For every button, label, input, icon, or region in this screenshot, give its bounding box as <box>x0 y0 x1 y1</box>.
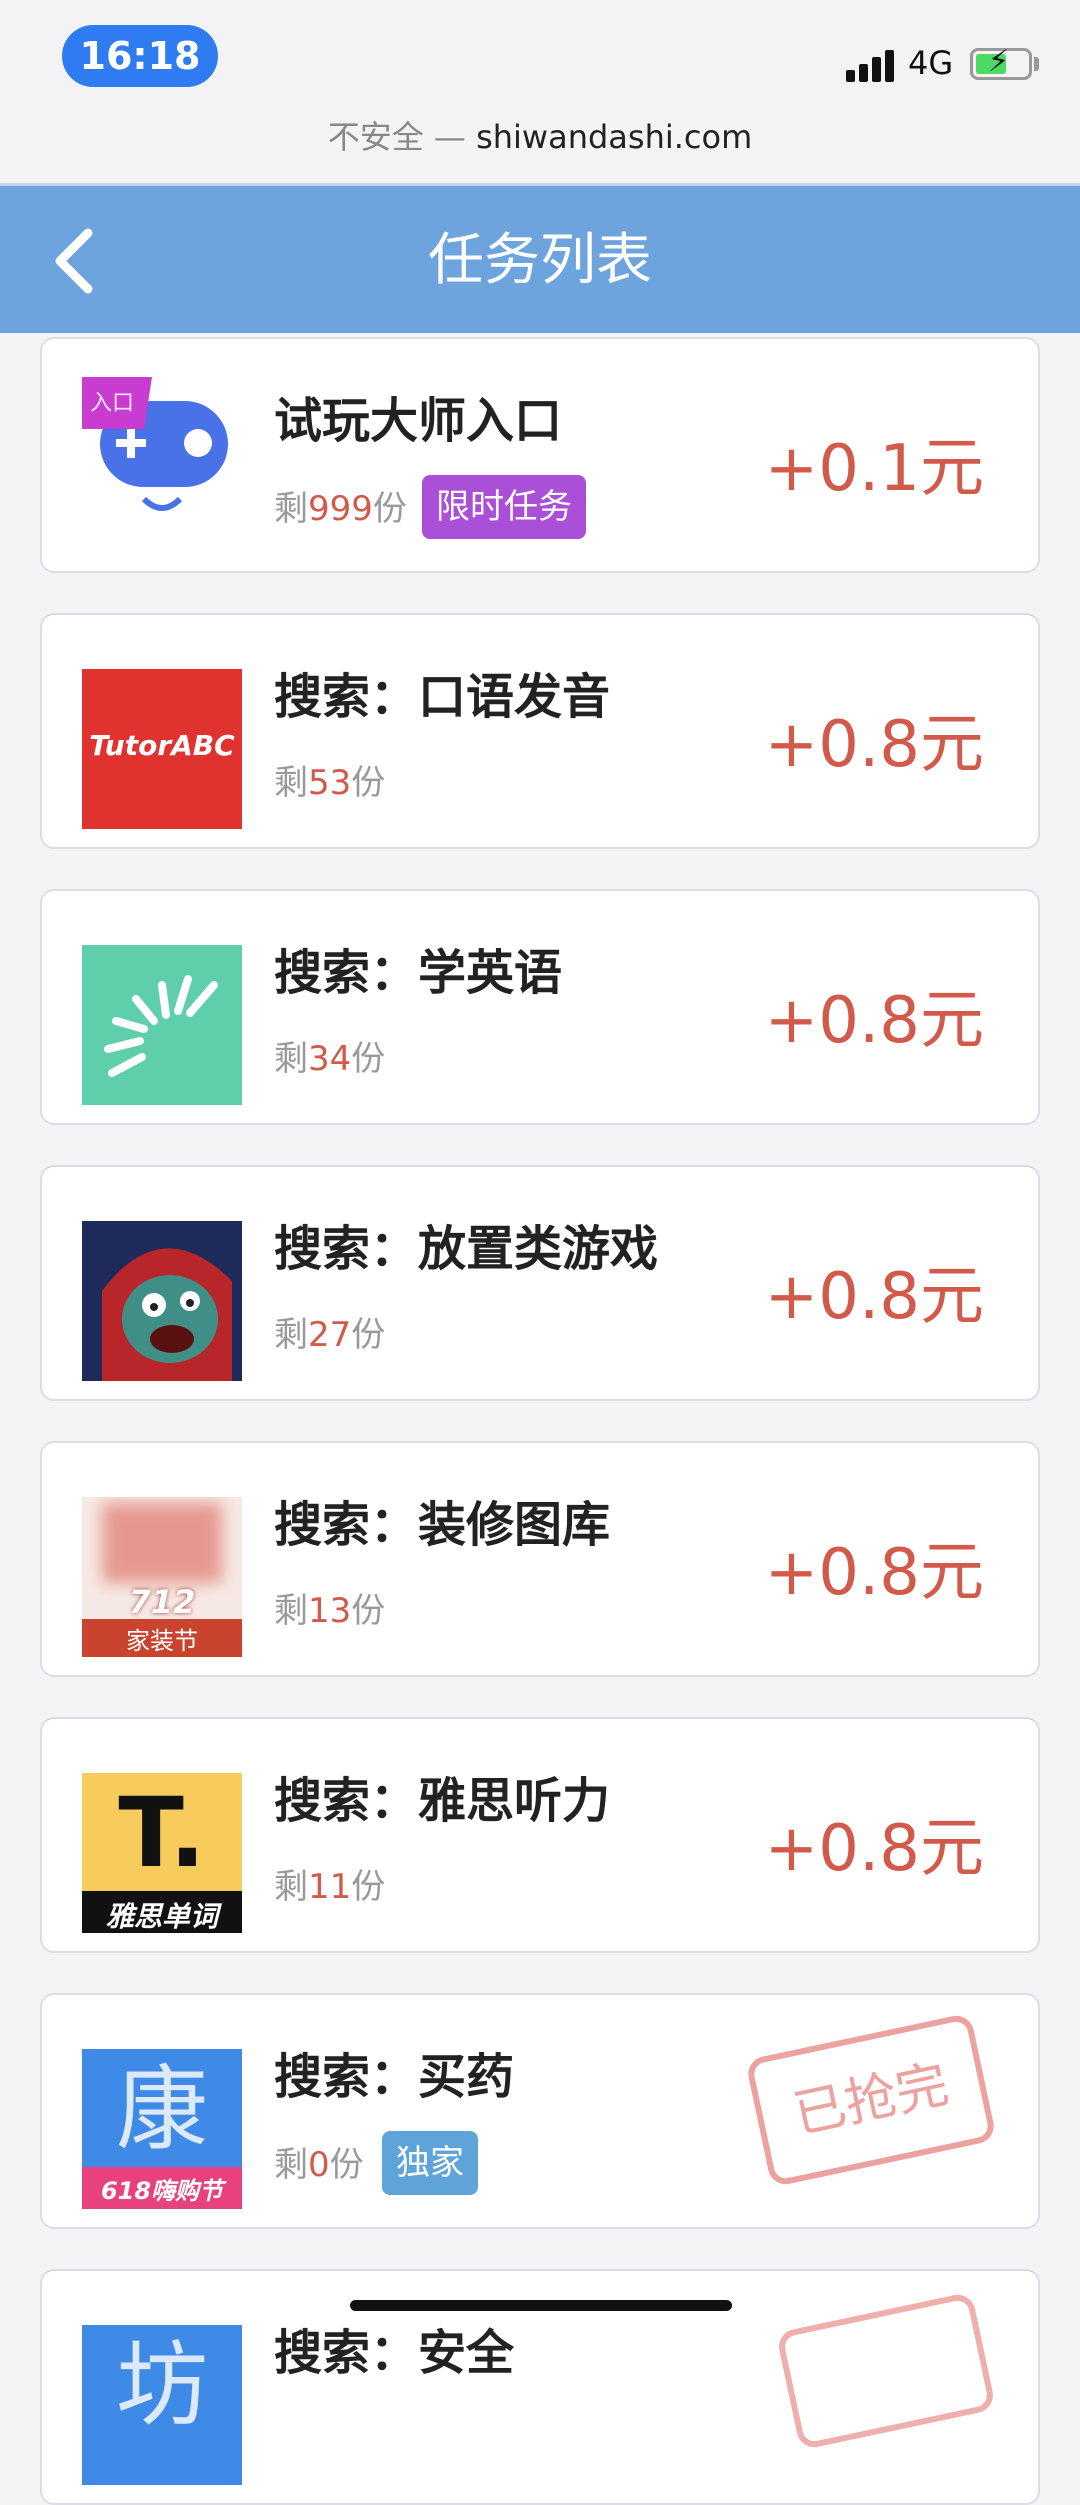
home-decor-app-icon: 712 家装节 <box>82 1497 242 1657</box>
task-card[interactable]: 入口 试玩大师入口 剩999份 限时任务 +0.1元 <box>40 337 1040 573</box>
task-remaining: 剩999份 <box>274 489 407 529</box>
task-card[interactable]: T. 雅思单词 搜索：雅思听力 剩11份 +0.8元 <box>40 1717 1040 1953</box>
task-card[interactable]: 康 618嗨购节 搜索：买药 剩0份 独家 已抢完 <box>40 1993 1040 2229</box>
task-title: 试玩大师入口 <box>274 393 563 449</box>
task-title: 搜索：口语发音 <box>274 669 611 725</box>
security-label: 不安全 — <box>327 118 466 156</box>
task-title: 搜索：安全 <box>274 2325 515 2381</box>
task-remaining: 剩11份 <box>274 1867 386 1907</box>
network-label: 4G <box>908 44 954 82</box>
zombie-game-app-icon <box>82 1221 242 1381</box>
icon-badge: 入口 <box>90 391 135 416</box>
sold-out-stamp <box>775 2291 997 2451</box>
task-reward: +0.8元 <box>764 1812 984 1886</box>
task-title: 搜索：雅思听力 <box>274 1773 611 1829</box>
tutorabc-app-icon: TutorABC <box>82 669 242 829</box>
task-reward: +0.1元 <box>764 432 984 506</box>
task-title: 搜索：放置类游戏 <box>274 1221 659 1277</box>
task-remaining: 剩13份 <box>274 1591 386 1631</box>
url-bar[interactable]: 不安全 — shiwandashi.com <box>0 112 1080 158</box>
chevron-left-icon <box>55 228 93 294</box>
nav-header: 任务列表 <box>0 183 1080 333</box>
task-remaining: 剩27份 <box>274 1315 386 1355</box>
status-time: 16:18 <box>62 25 218 87</box>
page-title: 任务列表 <box>428 228 652 293</box>
ielts-words-app-icon: T. 雅思单词 <box>82 1773 242 1933</box>
safety-app-icon: 坊 <box>82 2325 242 2485</box>
exclusive-tag: 独家 <box>382 2131 478 2195</box>
sold-out-stamp: 已抢完 <box>744 2012 998 2188</box>
task-title: 搜索：装修图库 <box>274 1497 611 1553</box>
limited-time-tag: 限时任务 <box>422 475 586 539</box>
status-bar: 16:18 4G ⚡ 不安全 — shiwandashi.com <box>0 0 1080 156</box>
gamepad-icon: 入口 <box>82 377 242 537</box>
learn-english-app-icon <box>82 945 242 1105</box>
pharmacy-app-icon: 康 618嗨购节 <box>82 2049 242 2209</box>
task-remaining: 剩0份 <box>274 2145 364 2185</box>
back-button[interactable] <box>44 221 114 301</box>
task-reward: +0.8元 <box>764 708 984 782</box>
task-reward: +0.8元 <box>764 1260 984 1334</box>
task-remaining: 剩34份 <box>274 1039 386 1079</box>
charging-icon: ⚡ <box>988 44 1010 79</box>
task-card[interactable]: 搜索：放置类游戏 剩27份 +0.8元 <box>40 1165 1040 1401</box>
task-card[interactable]: 搜索：学英语 剩34份 +0.8元 <box>40 889 1040 1125</box>
signal-icon <box>846 48 898 82</box>
task-title: 搜索：学英语 <box>274 945 563 1001</box>
task-card[interactable]: 712 家装节 搜索：装修图库 剩13份 +0.8元 <box>40 1441 1040 1677</box>
task-remaining: 剩53份 <box>274 763 386 803</box>
task-title: 搜索：买药 <box>274 2049 515 2105</box>
task-reward: +0.8元 <box>764 984 984 1058</box>
task-card[interactable]: TutorABC 搜索：口语发音 剩53份 +0.8元 <box>40 613 1040 849</box>
home-indicator[interactable] <box>350 2300 732 2311</box>
url-domain: shiwandashi.com <box>476 118 753 156</box>
task-reward: +0.8元 <box>764 1536 984 1610</box>
